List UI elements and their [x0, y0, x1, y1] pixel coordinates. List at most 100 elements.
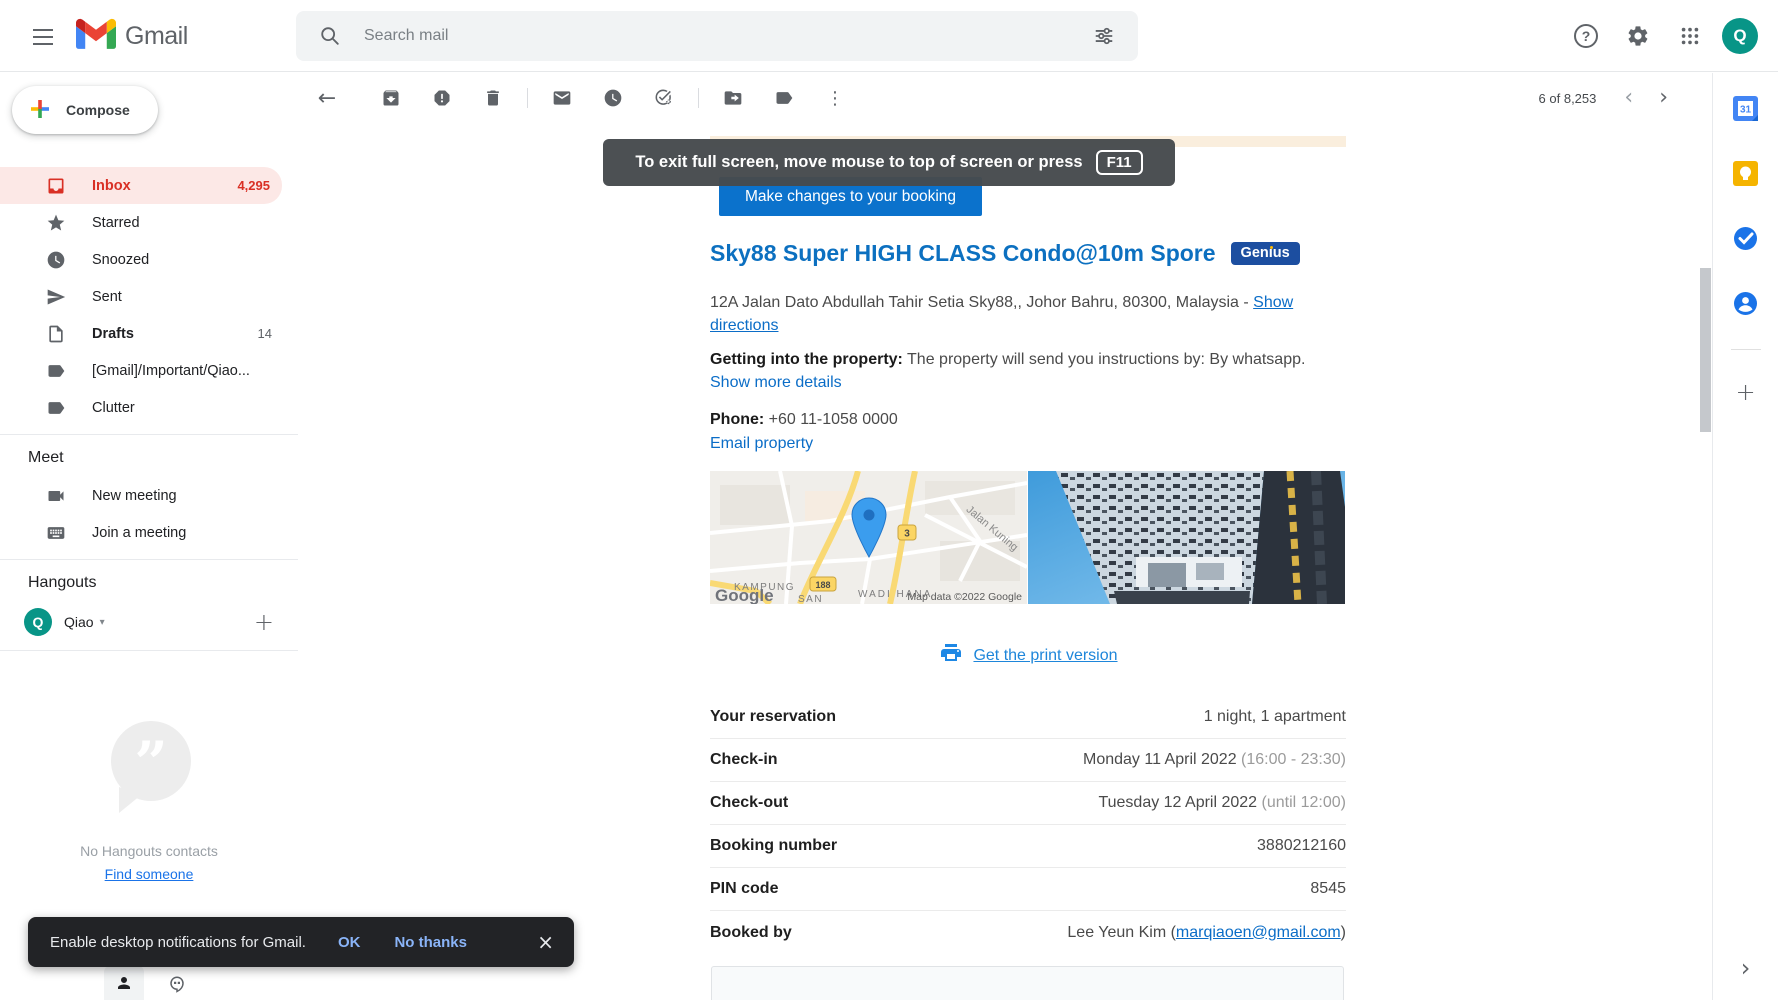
compose-button[interactable]: Compose	[12, 86, 158, 134]
move-to-icon[interactable]	[723, 88, 743, 108]
labels-icon[interactable]	[774, 88, 794, 108]
reservation-table: Your reservation 1 night, 1 apartment Ch…	[710, 696, 1346, 954]
sidebar-item-inbox[interactable]: Inbox 4,295	[0, 167, 282, 204]
gmail-logo[interactable]: Gmail	[76, 18, 188, 54]
left-sidebar: Compose Inbox 4,295 Starred Snoozed Sent…	[0, 72, 298, 1000]
hangouts-logo-icon: ”	[101, 717, 197, 817]
sidebar-item-clutter[interactable]: Clutter	[0, 389, 298, 426]
table-row: Check-in Monday 11 April 2022 (16:00 - 2…	[710, 739, 1346, 782]
vertical-scrollbar[interactable]	[1700, 268, 1711, 432]
sidebar-item-snoozed[interactable]: Snoozed	[0, 241, 298, 278]
account-avatar[interactable]: Q	[1722, 18, 1758, 54]
gmail-wordmark: Gmail	[125, 22, 188, 51]
add-to-tasks-icon[interactable]	[654, 88, 674, 108]
email-property-link[interactable]: Email property	[710, 435, 813, 452]
notification-close-icon[interactable]: ×	[537, 932, 554, 952]
search-icon[interactable]	[310, 16, 350, 56]
notification-no-thanks-button[interactable]: No thanks	[394, 934, 467, 951]
sidebar-divider	[0, 650, 298, 651]
sidebar-item-sent[interactable]: Sent	[0, 278, 298, 315]
keep-icon[interactable]	[1726, 153, 1766, 193]
report-spam-icon[interactable]	[432, 88, 452, 108]
compose-plus-icon	[28, 97, 52, 124]
show-more-details-link[interactable]: Show more details	[710, 374, 842, 391]
settings-gear-icon[interactable]	[1618, 16, 1658, 56]
expand-panel-icon[interactable]: ›	[1726, 948, 1766, 988]
get-addons-icon[interactable]: +	[1726, 372, 1766, 412]
printer-icon	[938, 641, 964, 670]
clock-icon	[46, 250, 66, 270]
search-bar	[296, 11, 1138, 61]
new-conversation-icon[interactable]: +	[254, 610, 274, 634]
table-row: PIN code 8545	[710, 868, 1346, 911]
get-print-version-link[interactable]: Get the print version	[973, 647, 1117, 665]
table-row: Your reservation 1 night, 1 apartment	[710, 696, 1346, 739]
contacts-icon[interactable]	[1726, 283, 1766, 323]
meet-heading: Meet	[28, 449, 298, 467]
search-options-icon[interactable]	[1084, 16, 1124, 56]
hangouts-tab-icon[interactable]	[162, 968, 192, 1000]
email-toolbar: ← ⋮ 6 of 8,253 ‹ ›	[298, 73, 1712, 123]
google-side-panel: 31 + ›	[1712, 73, 1778, 1000]
side-panel-divider	[1731, 349, 1761, 350]
contacts-tab-icon[interactable]	[104, 966, 144, 1000]
notification-ok-button[interactable]: OK	[338, 934, 361, 951]
map-attribution: Map data ©2022 Google	[907, 591, 1022, 603]
chevron-down-icon: ▾	[100, 617, 105, 628]
table-row: Check-out Tuesday 12 April 2022 (until 1…	[710, 782, 1346, 825]
fullscreen-exit-toast: To exit full screen, move mouse to top o…	[603, 139, 1175, 186]
toolbar-separator	[527, 88, 528, 108]
hangouts-user-row[interactable]: Q Qiao ▾ +	[0, 602, 298, 642]
email-footer-box	[711, 966, 1344, 1000]
newer-email-icon[interactable]: ‹	[1624, 87, 1633, 109]
gmail-header: Gmail ? Q	[0, 0, 1778, 72]
sidebar-bottom-tabs	[0, 962, 298, 1000]
delete-icon[interactable]	[483, 88, 503, 108]
table-row: Booking number 3880212160	[710, 825, 1346, 868]
archive-icon[interactable]	[381, 88, 401, 108]
property-phone: Phone: +60 11-1058 0000	[710, 408, 1346, 431]
hangouts-empty-text: No Hangouts contacts	[80, 843, 218, 859]
hangouts-avatar: Q	[24, 608, 52, 636]
video-camera-icon	[46, 486, 66, 506]
sidebar-item-new-meeting[interactable]: New meeting	[0, 477, 298, 514]
map-image: 3 188 Jalan Kuning KAMPUNG SAN WADI HANA…	[710, 471, 1027, 604]
main-menu-icon[interactable]	[24, 18, 62, 56]
property-photo	[1028, 471, 1345, 604]
label-icon	[46, 361, 66, 381]
search-input[interactable]	[364, 27, 1084, 45]
older-email-icon[interactable]: ›	[1659, 87, 1668, 109]
email-body: Make changes to your booking Sky88 Super…	[710, 136, 1346, 1000]
svg-text:3: 3	[904, 529, 910, 540]
draft-icon	[46, 324, 66, 344]
svg-text:SAN: SAN	[798, 594, 823, 604]
back-to-inbox-icon[interactable]: ←	[317, 88, 337, 108]
google-apps-grid-icon[interactable]	[1670, 16, 1710, 56]
table-row: Booked by Lee Yeun Kim (marqiaoen@gmail.…	[710, 911, 1346, 954]
sidebar-item-join-meeting[interactable]: Join a meeting	[0, 514, 298, 551]
help-icon[interactable]: ?	[1566, 16, 1606, 56]
genius-badge: Genıus	[1231, 242, 1300, 265]
snooze-icon[interactable]	[603, 88, 623, 108]
google-logo: Google	[715, 586, 774, 604]
calendar-icon[interactable]: 31	[1726, 88, 1766, 128]
sidebar-item-gmail-important[interactable]: [Gmail]/Important/Qiao...	[0, 352, 298, 389]
toolbar-pagination: 6 of 8,253 ‹ ›	[1539, 87, 1712, 109]
sidebar-item-starred[interactable]: Starred	[0, 204, 298, 241]
getting-into-property: Getting into the property: The property …	[710, 348, 1346, 394]
sidebar-divider	[0, 434, 298, 435]
svg-text:188: 188	[815, 580, 830, 590]
property-title-link[interactable]: Sky88 Super HIGH CLASS Condo@10m Spore	[710, 240, 1216, 267]
label-icon	[46, 398, 66, 418]
find-someone-link[interactable]: Find someone	[105, 866, 194, 882]
hangouts-heading: Hangouts	[28, 574, 298, 592]
more-options-icon[interactable]: ⋮	[825, 88, 845, 108]
send-icon	[46, 287, 66, 307]
mark-unread-icon[interactable]	[552, 88, 572, 108]
gmail-m-icon	[76, 18, 116, 54]
sidebar-item-drafts[interactable]: Drafts 14	[0, 315, 298, 352]
tasks-icon[interactable]	[1726, 218, 1766, 258]
header-actions: ? Q	[1566, 16, 1758, 56]
property-title-row: Sky88 Super HIGH CLASS Condo@10m Spore G…	[710, 240, 1300, 267]
booker-email-link[interactable]: marqiaoen@gmail.com	[1176, 924, 1341, 941]
